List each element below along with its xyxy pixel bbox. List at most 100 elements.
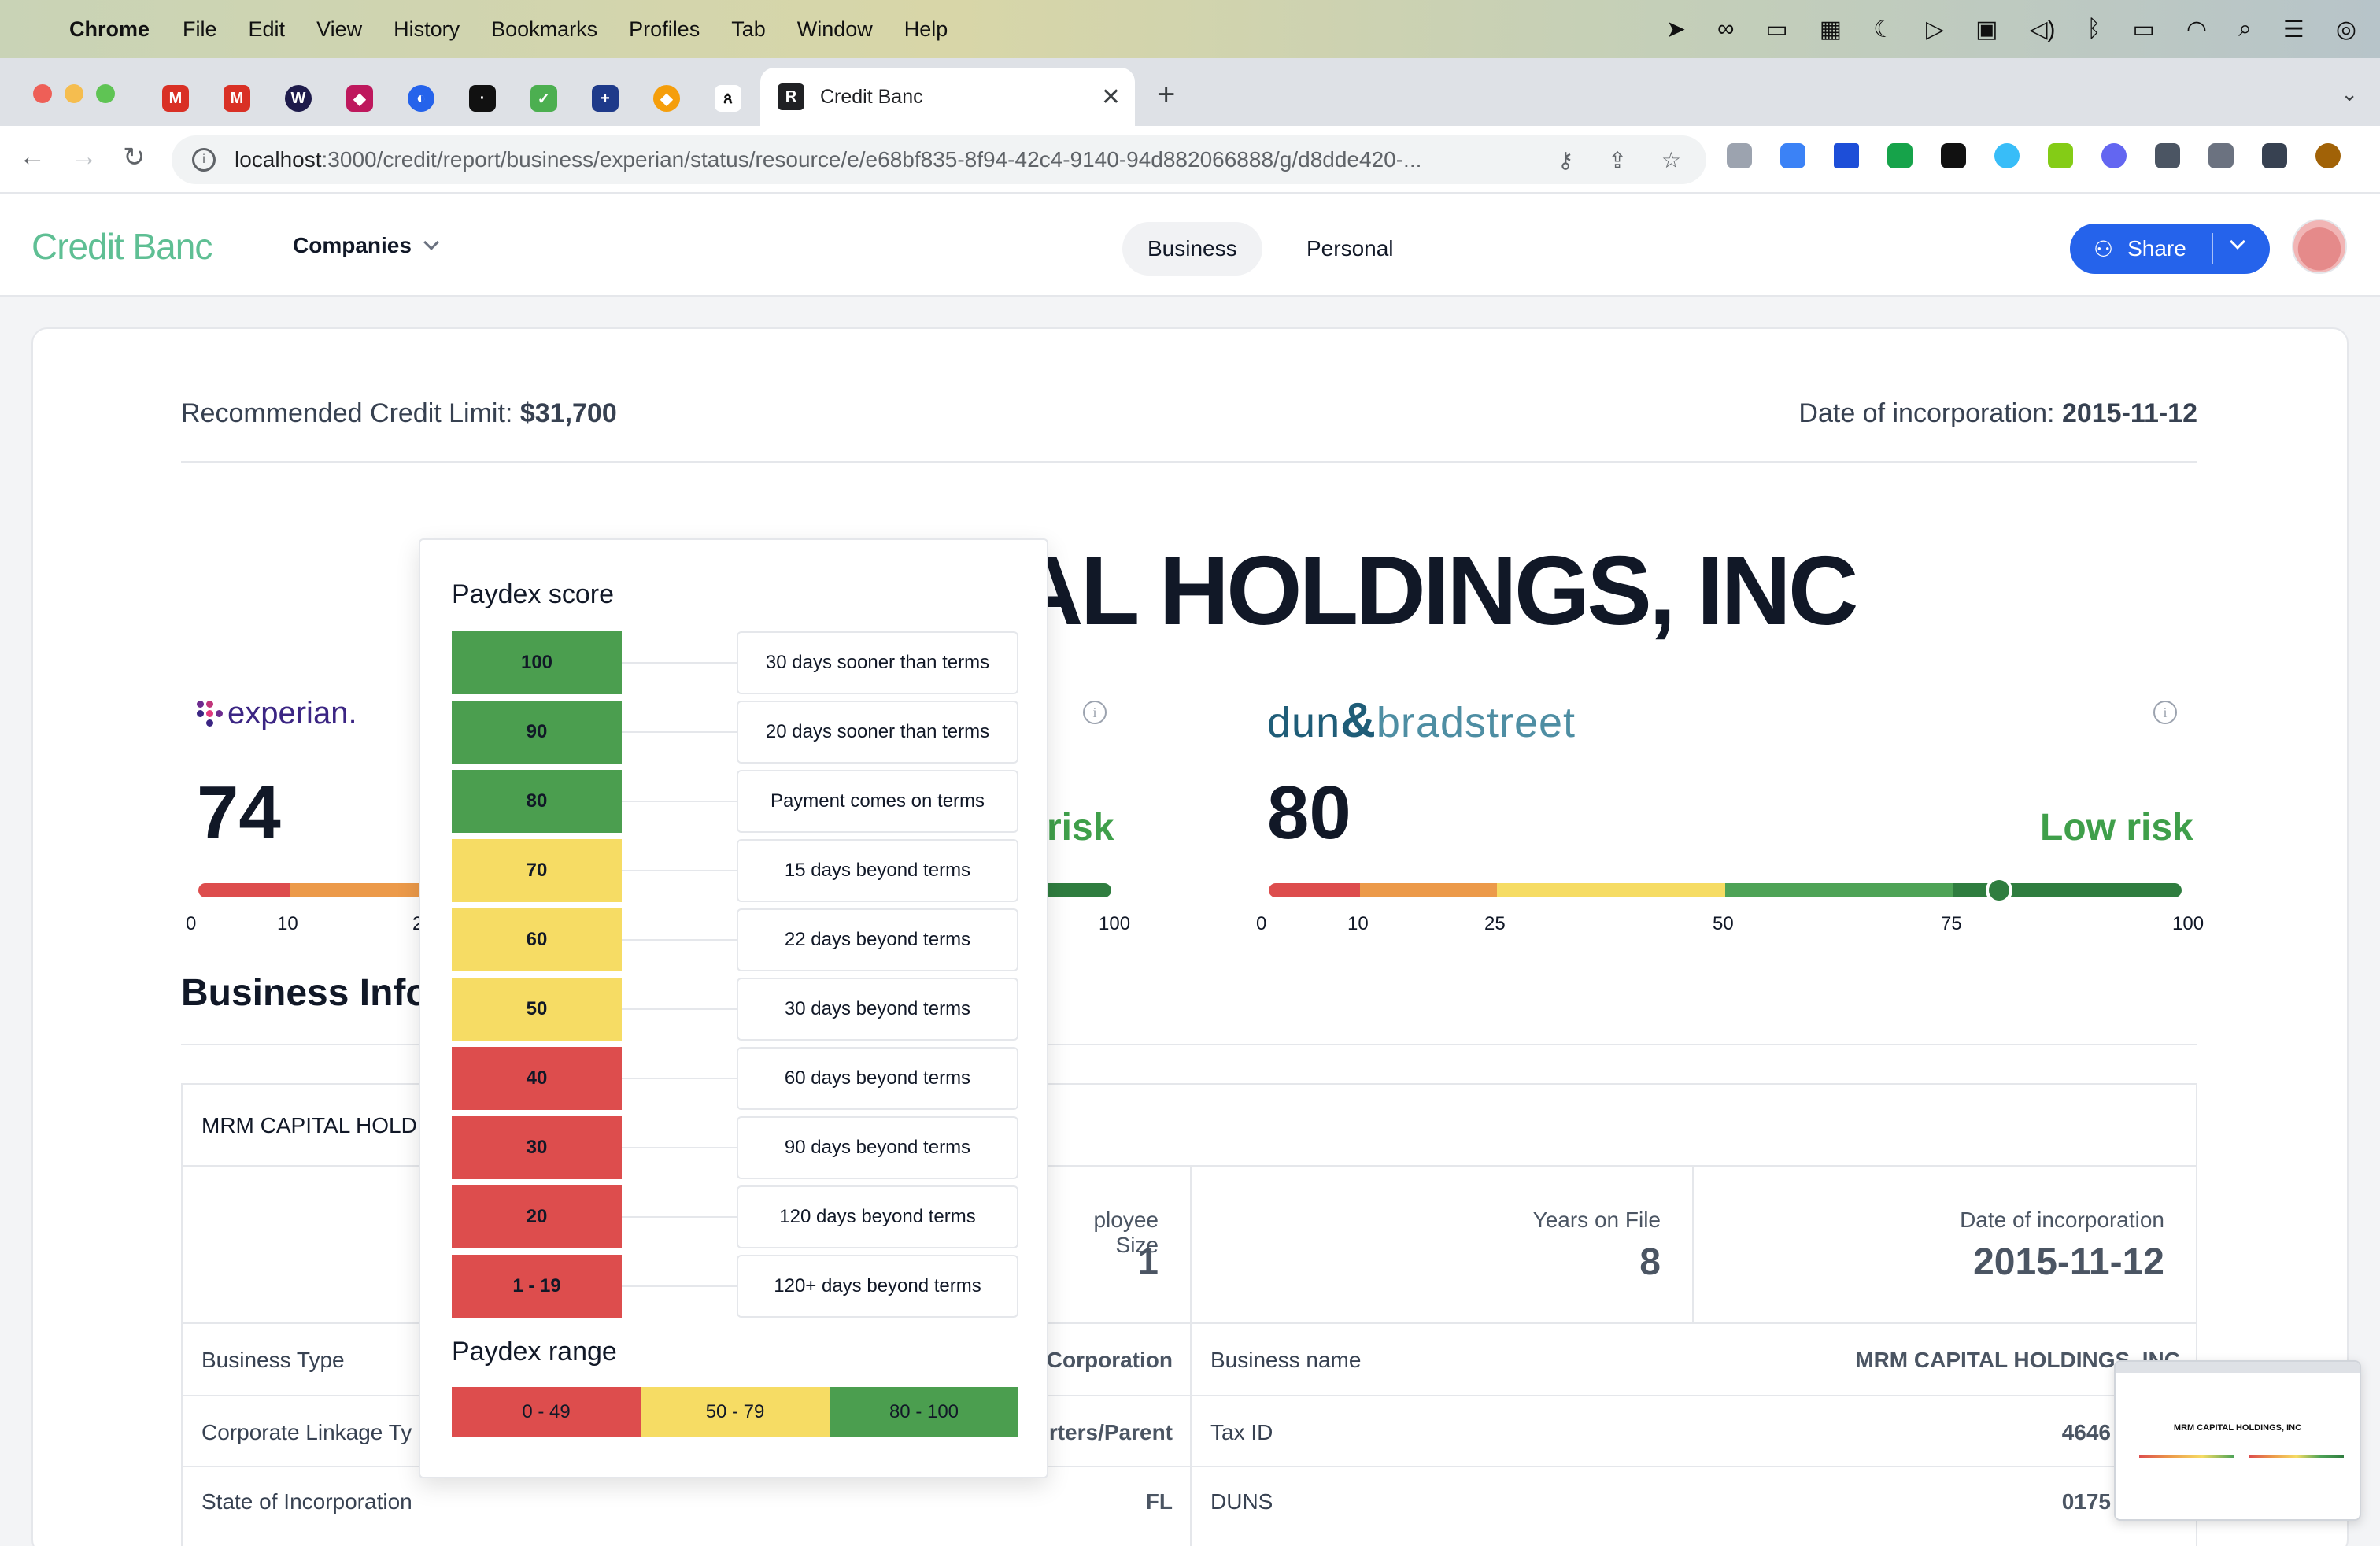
chrome-menu-icon[interactable]: ⋮ bbox=[2369, 143, 2380, 168]
menu-view[interactable]: View bbox=[316, 17, 362, 42]
menu-bookmarks[interactable]: Bookmarks bbox=[491, 17, 597, 42]
share-button[interactable]: ⚇ Share bbox=[2070, 224, 2270, 274]
extensions-puzzle-icon[interactable] bbox=[2155, 143, 2180, 168]
menu-edit[interactable]: Edit bbox=[249, 17, 286, 42]
credit-banc-logo[interactable]: Credit Banc bbox=[31, 225, 213, 268]
reading-list-icon[interactable] bbox=[2208, 143, 2234, 168]
control-center-icon[interactable]: ☰ bbox=[2283, 16, 2304, 43]
play-icon[interactable]: ▷ bbox=[1926, 16, 1944, 43]
gauge-green-segment bbox=[1725, 883, 1953, 897]
paydex-connector bbox=[622, 1078, 737, 1079]
star-extension-icon[interactable] bbox=[2101, 143, 2127, 168]
gauge-red-segment bbox=[1269, 883, 1360, 897]
key-icon[interactable]: ⚷ bbox=[1558, 147, 1574, 173]
brand-tab-icon[interactable]: ጰ bbox=[715, 85, 741, 112]
menu-file[interactable]: File bbox=[183, 17, 217, 42]
field-value: 0175 bbox=[2061, 1489, 2111, 1514]
credit-banc-tab-icon: R bbox=[778, 83, 804, 110]
menu-history[interactable]: History bbox=[394, 17, 460, 42]
forward-arrow-icon[interactable]: → bbox=[71, 142, 98, 172]
paydex-range-segment: 80 - 100 bbox=[830, 1387, 1018, 1437]
volume-icon[interactable]: ◁) bbox=[2029, 16, 2055, 43]
camera-extension-icon[interactable] bbox=[1727, 143, 1752, 168]
summary-divider bbox=[181, 461, 2197, 463]
site-info-icon[interactable]: i bbox=[192, 148, 216, 172]
active-tab[interactable]: R Credit Banc ✕ bbox=[760, 68, 1135, 126]
menu-tab[interactable]: Tab bbox=[731, 17, 766, 42]
new-tab-button[interactable]: + bbox=[1157, 77, 1175, 113]
middle-risk-label: risk bbox=[1047, 807, 1114, 849]
paydex-score-title: Paydex score bbox=[452, 579, 614, 609]
info-icon[interactable]: i bbox=[2153, 701, 2177, 724]
creative-cloud-icon[interactable]: ∞ bbox=[1717, 16, 1734, 43]
paydex-connector bbox=[622, 662, 737, 664]
paydex-description: 22 days beyond terms bbox=[737, 908, 1018, 971]
extension-icon[interactable] bbox=[1780, 143, 1805, 168]
screenshot-thumbnail[interactable]: MRM CAPITAL HOLDINGS, INC bbox=[2114, 1360, 2361, 1521]
paydex-connector bbox=[622, 1216, 737, 1218]
share-page-icon[interactable]: ⇪ bbox=[1608, 147, 1626, 173]
location-icon[interactable]: ➤ bbox=[1666, 16, 1686, 43]
menu-profiles[interactable]: Profiles bbox=[629, 17, 700, 42]
plus-tab-icon[interactable]: + bbox=[592, 85, 619, 112]
middle-tick: 100 bbox=[1099, 913, 1131, 934]
menu-window[interactable]: Window bbox=[797, 17, 873, 42]
tab-search-chevron-icon[interactable]: ⌄ bbox=[2341, 82, 2358, 106]
address-bar[interactable]: i localhost:3000/credit/report/business/… bbox=[172, 135, 1706, 184]
share-chevron-down-icon[interactable] bbox=[2230, 234, 2245, 250]
back-arrow-icon[interactable]: ← bbox=[19, 142, 46, 172]
zoom-window-button[interactable] bbox=[96, 84, 115, 103]
cast-icon[interactable]: ▭ bbox=[1765, 16, 1787, 43]
company-name-row: MRM CAPITAL HOLDI bbox=[201, 1113, 423, 1137]
close-window-button[interactable] bbox=[33, 84, 52, 103]
check-tab-icon[interactable]: ✓ bbox=[530, 85, 557, 112]
paydex-range-segment: 50 - 79 bbox=[641, 1387, 830, 1437]
puzzle-green-extension-icon[interactable] bbox=[2048, 143, 2073, 168]
shield-tab-icon[interactable]: ◆ bbox=[346, 85, 373, 112]
credit-limit-label: Recommended Credit Limit: bbox=[181, 398, 513, 428]
dnb-tick: 50 bbox=[1713, 913, 1734, 934]
paydex-description: 120+ days beyond terms bbox=[737, 1255, 1018, 1318]
gauge-red-segment bbox=[198, 883, 290, 897]
wifi-icon[interactable]: ◠ bbox=[2186, 16, 2207, 43]
side-panel-icon[interactable] bbox=[2262, 143, 2287, 168]
display-icon[interactable]: ▣ bbox=[1975, 16, 1998, 43]
paydex-range-segment: 0 - 49 bbox=[452, 1387, 641, 1437]
paydex-score-box: 90 bbox=[452, 701, 622, 764]
w-tab-icon[interactable]: W bbox=[285, 85, 312, 112]
paydex-description: 30 days sooner than terms bbox=[737, 631, 1018, 694]
app-tab-icon[interactable]: ◐ bbox=[408, 85, 434, 112]
incorporation-summary: Date of incorporation: 2015-11-12 bbox=[1798, 398, 2197, 429]
users-icon: ⚇ bbox=[2094, 236, 2114, 261]
tab-personal[interactable]: Personal bbox=[1281, 222, 1419, 276]
flame-tab-icon[interactable]: ◆ bbox=[653, 85, 680, 112]
experian-dots-icon bbox=[197, 701, 223, 727]
battery-icon[interactable]: ▭ bbox=[2133, 16, 2155, 43]
y-extension-icon[interactable] bbox=[1834, 143, 1859, 168]
menu-help[interactable]: Help bbox=[904, 17, 948, 42]
gmail-tab-icon[interactable]: M bbox=[162, 85, 189, 112]
pen-extension-icon[interactable] bbox=[1887, 143, 1913, 168]
user-avatar[interactable] bbox=[2292, 219, 2347, 274]
dnb-logo-bradstreet: bradstreet bbox=[1376, 699, 1576, 746]
layout-icon[interactable]: ▦ bbox=[1820, 16, 1842, 43]
profile-avatar[interactable] bbox=[2315, 143, 2341, 168]
menu-app-name[interactable]: Chrome bbox=[69, 17, 150, 42]
close-tab-icon[interactable]: ✕ bbox=[1101, 83, 1121, 111]
spotlight-icon[interactable]: ⌕ bbox=[2238, 16, 2252, 43]
minimize-window-button[interactable] bbox=[65, 84, 83, 103]
info-icon[interactable]: i bbox=[1083, 701, 1107, 724]
reload-icon[interactable]: ↻ bbox=[123, 142, 146, 173]
pip-extension-icon[interactable] bbox=[1941, 143, 1966, 168]
paydex-description: 30 days beyond terms bbox=[737, 978, 1018, 1041]
gmail-tab-icon[interactable]: M bbox=[224, 85, 250, 112]
dark-tab-icon[interactable]: · bbox=[469, 85, 496, 112]
bookmark-star-icon[interactable]: ☆ bbox=[1661, 147, 1681, 173]
siri-icon[interactable]: ◎ bbox=[2336, 16, 2356, 43]
bluetooth-icon[interactable]: ᛒ bbox=[2087, 16, 2101, 43]
tab-business[interactable]: Business bbox=[1122, 222, 1262, 276]
moon-icon[interactable]: ☾ bbox=[1873, 16, 1894, 43]
round-extension-icon[interactable] bbox=[1994, 143, 2020, 168]
companies-dropdown[interactable]: Companies bbox=[293, 233, 439, 258]
paydex-description: 60 days beyond terms bbox=[737, 1047, 1018, 1110]
